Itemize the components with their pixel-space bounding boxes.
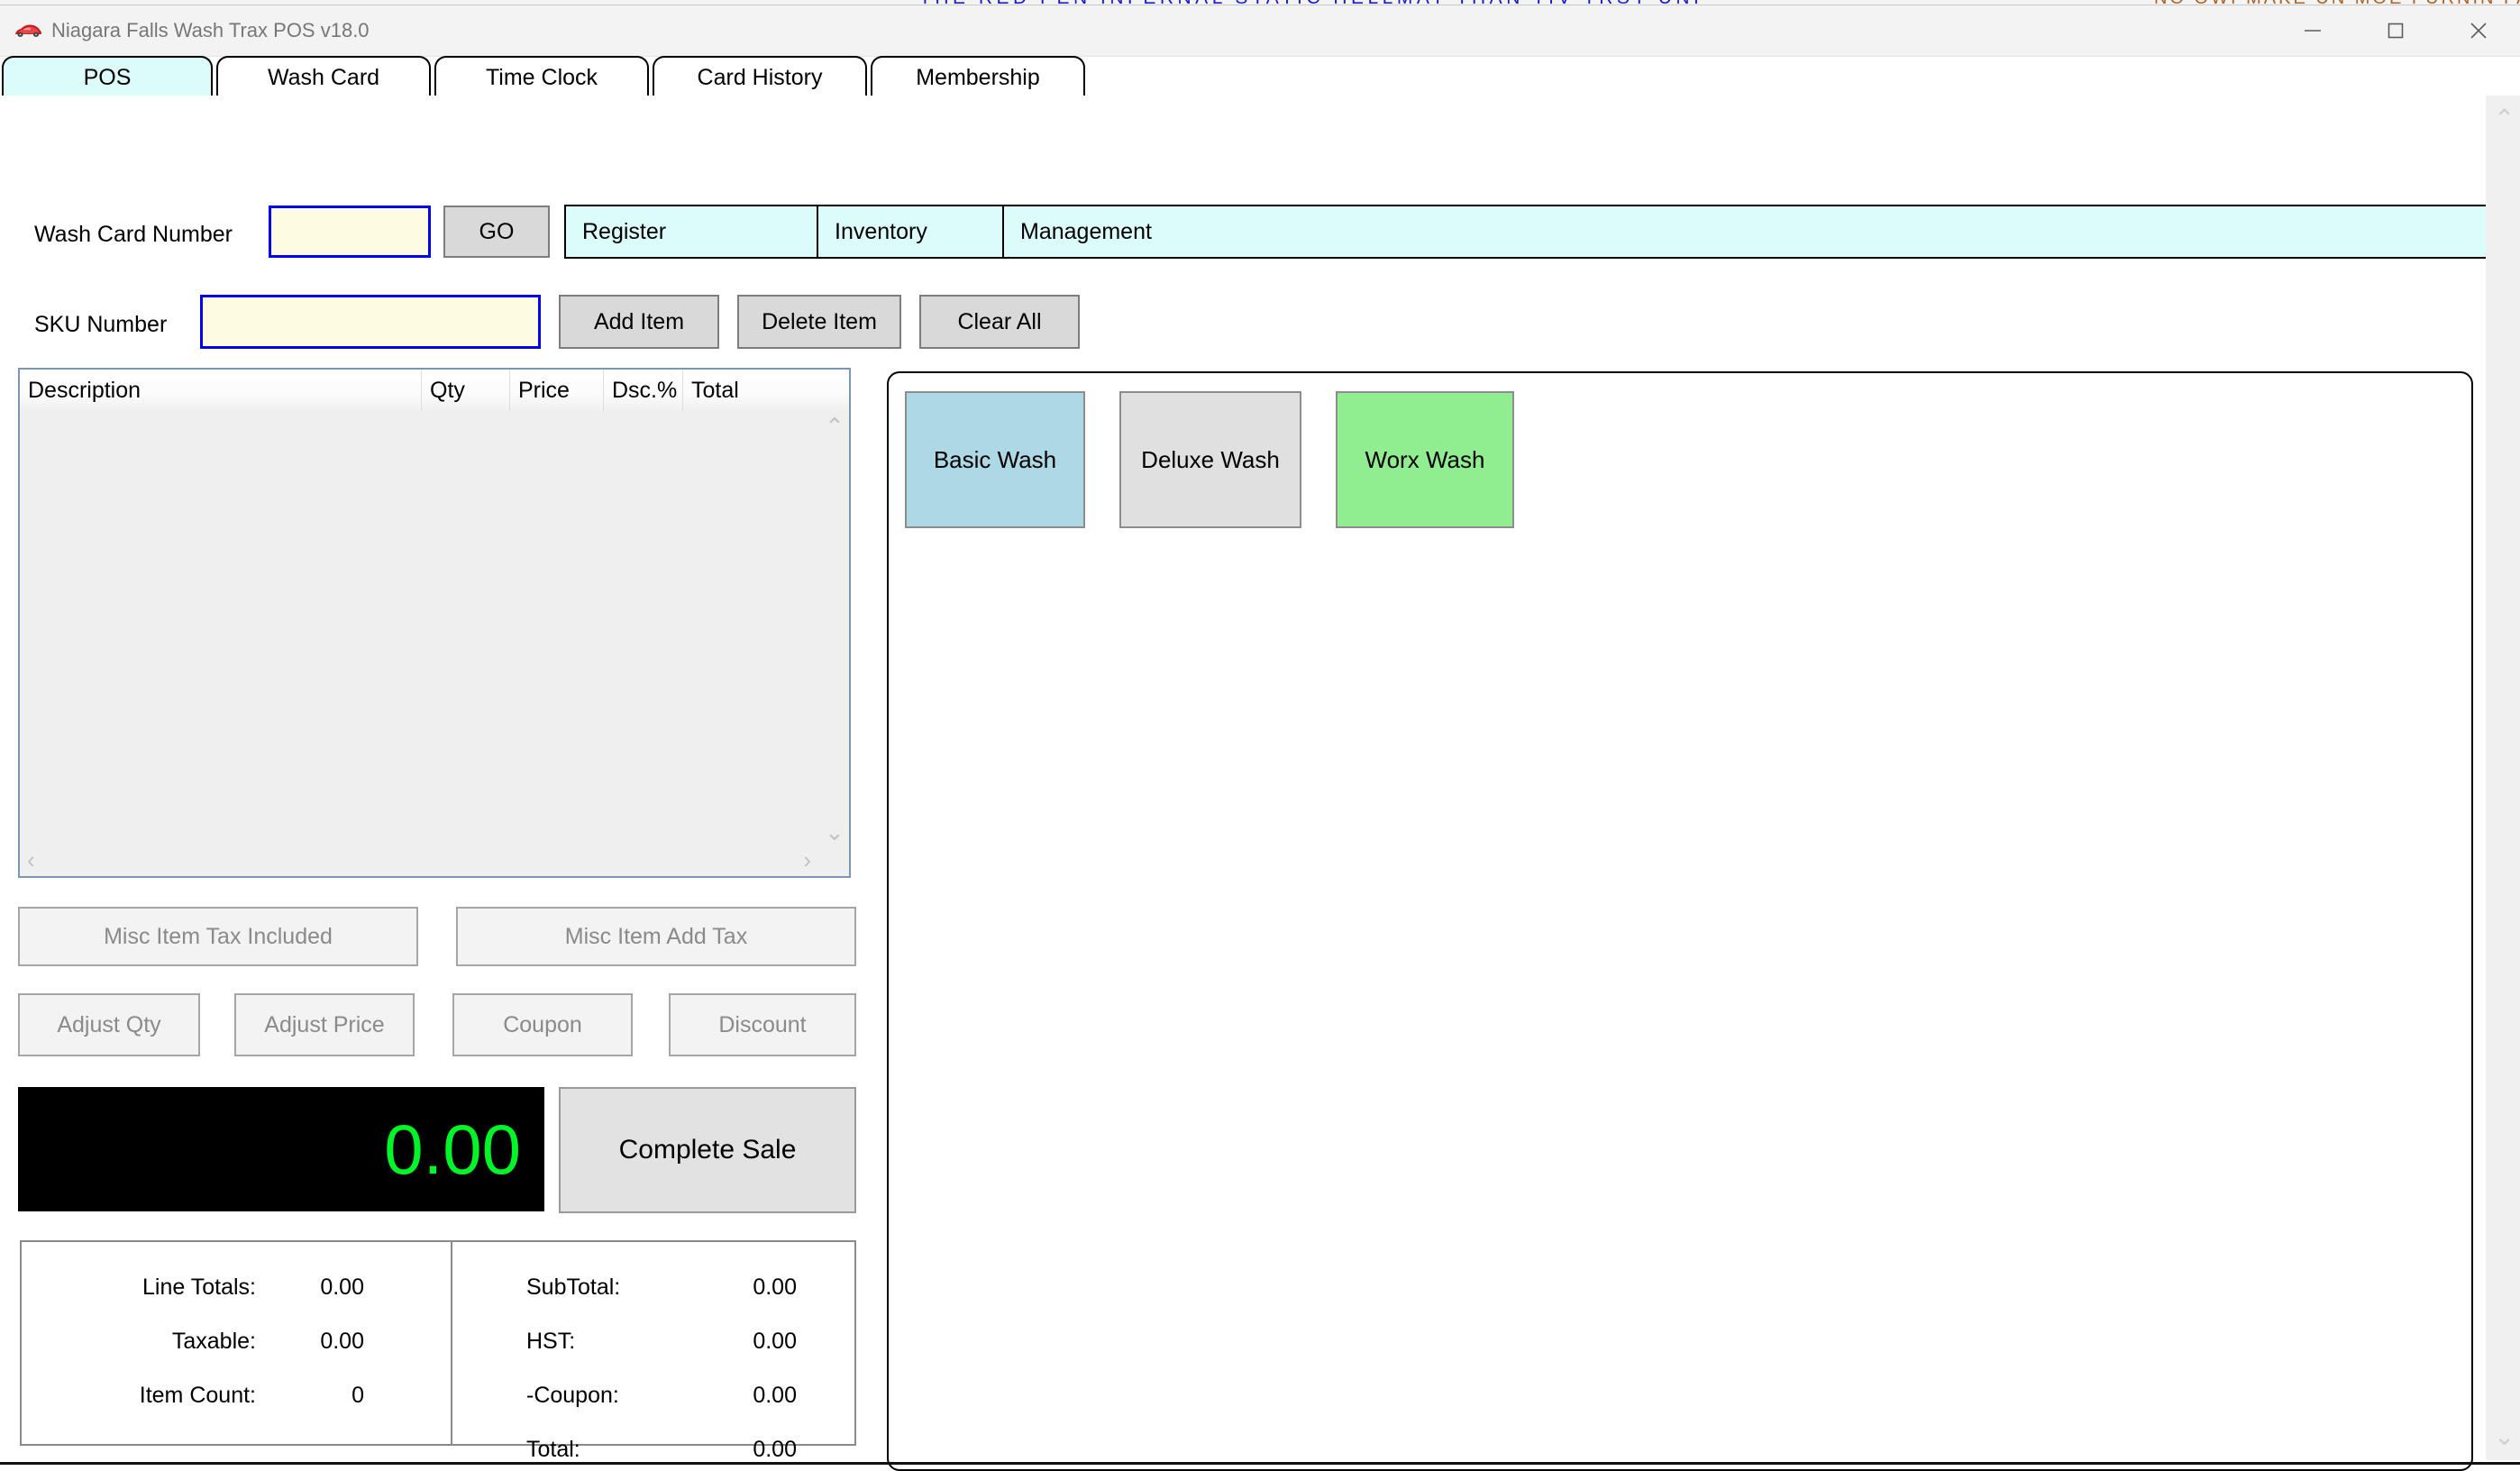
- add-item-button-label: Add Item: [594, 309, 684, 335]
- close-icon: [2467, 19, 2490, 42]
- clear-all-button-label: Clear All: [957, 309, 1041, 335]
- totals-panel-divider: [451, 1242, 452, 1444]
- tab-membership[interactable]: Membership: [871, 56, 1085, 97]
- complete-sale-button[interactable]: Complete Sale: [559, 1087, 856, 1213]
- coupon-button[interactable]: Coupon: [452, 993, 633, 1056]
- taxable-value: 0.00: [274, 1329, 364, 1355]
- menu-item-inventory-label: Inventory: [835, 219, 927, 245]
- product-button-deluxe-wash[interactable]: Deluxe Wash: [1119, 391, 1301, 528]
- grid-header-row: Description Qty Price Dsc.% Total: [20, 370, 849, 412]
- wash-card-number-label: Wash Card Number: [34, 222, 233, 248]
- hst-label: HST:: [526, 1329, 707, 1355]
- adjust-qty-label: Adjust Qty: [57, 1012, 160, 1038]
- misc-item-tax-included-label: Misc Item Tax Included: [104, 924, 333, 950]
- tab-strip: POS Wash Card Time Clock Card History Me…: [0, 56, 2520, 97]
- grid-scroll-down-icon[interactable]: ⌄: [825, 820, 845, 844]
- grid-scroll-right-icon[interactable]: ›: [803, 848, 811, 872]
- menu-item-inventory[interactable]: Inventory: [818, 206, 1004, 257]
- adjust-price-button[interactable]: Adjust Price: [234, 993, 415, 1056]
- delete-item-button[interactable]: Delete Item: [737, 295, 901, 349]
- grid-col-description: Description: [20, 370, 422, 411]
- tab-pos[interactable]: POS: [2, 56, 213, 97]
- menu-item-register-label: Register: [582, 219, 666, 245]
- tab-membership-label: Membership: [916, 65, 1040, 91]
- misc-item-tax-included-button[interactable]: Misc Item Tax Included: [18, 907, 418, 966]
- wash-card-number-input[interactable]: [269, 206, 431, 258]
- grid-col-qty: Qty: [422, 370, 510, 411]
- product-button-basic-wash-label: Basic Wash: [934, 446, 1056, 474]
- grid-horizontal-scrollbar[interactable]: ‹ ›: [20, 845, 849, 876]
- menu-bar: Register Inventory Management: [564, 205, 2500, 259]
- window-title: Niagara Falls Wash Trax POS v18.0: [51, 19, 370, 42]
- product-button-worx-wash-label: Worx Wash: [1365, 446, 1485, 474]
- taxable-label: Taxable:: [76, 1329, 256, 1355]
- maximize-button[interactable]: [2354, 5, 2437, 56]
- item-count-value: 0: [274, 1383, 364, 1409]
- tab-time-clock[interactable]: Time Clock: [434, 56, 649, 97]
- minimize-icon: [2301, 19, 2324, 42]
- minimize-button[interactable]: [2271, 5, 2354, 56]
- totals-panel: Line Totals: 0.00 Taxable: 0.00 Item Cou…: [20, 1240, 856, 1446]
- clear-all-button[interactable]: Clear All: [919, 295, 1080, 349]
- grid-scroll-left-icon[interactable]: ‹: [27, 848, 35, 872]
- coupon-label: Coupon: [503, 1012, 582, 1038]
- discount-label: Discount: [718, 1012, 806, 1038]
- title-bar-left: Niagara Falls Wash Trax POS v18.0: [13, 5, 370, 56]
- product-button-worx-wash[interactable]: Worx Wash: [1336, 391, 1514, 528]
- discount-button[interactable]: Discount: [669, 993, 856, 1056]
- title-bar: Niagara Falls Wash Trax POS v18.0: [0, 5, 2520, 57]
- amount-display-value: 0.00: [384, 1114, 521, 1184]
- go-button[interactable]: GO: [443, 206, 550, 258]
- grand-total-label: Total:: [526, 1437, 707, 1463]
- product-button-basic-wash[interactable]: Basic Wash: [905, 391, 1085, 528]
- pos-content-area: Wash Card Number GO Register Inventory M…: [0, 96, 2520, 1466]
- grid-scroll-up-icon[interactable]: ⌃: [825, 415, 845, 438]
- grand-total-value: 0.00: [707, 1437, 797, 1463]
- page-scroll-down-icon[interactable]: ⌄: [2494, 1424, 2515, 1449]
- grid-col-price: Price: [510, 370, 604, 411]
- grid-col-total: Total: [683, 370, 764, 411]
- page-scroll-up-icon[interactable]: ⌃: [2494, 106, 2515, 132]
- go-button-label: GO: [479, 219, 515, 245]
- hst-value: 0.00: [707, 1329, 797, 1355]
- complete-sale-label: Complete Sale: [619, 1135, 797, 1165]
- item-count-label: Item Count:: [76, 1383, 256, 1409]
- grid-col-dsc: Dsc.%: [604, 370, 683, 411]
- tab-card-history-label: Card History: [698, 65, 823, 91]
- grid-vertical-scrollbar[interactable]: ⌃ ⌄: [818, 411, 849, 845]
- coupon-total-value: 0.00: [707, 1383, 797, 1409]
- maximize-icon: [2384, 19, 2407, 42]
- misc-item-add-tax-button[interactable]: Misc Item Add Tax: [456, 907, 856, 966]
- close-button[interactable]: [2437, 5, 2520, 56]
- tab-wash-card[interactable]: Wash Card: [216, 56, 431, 97]
- sku-number-label: SKU Number: [34, 312, 167, 338]
- sku-number-input[interactable]: [200, 295, 541, 349]
- window-controls: [2271, 5, 2520, 56]
- car-icon: [13, 22, 43, 40]
- line-items-grid[interactable]: Description Qty Price Dsc.% Total ⌃ ⌄ ‹ …: [18, 368, 851, 878]
- tab-wash-card-label: Wash Card: [268, 65, 379, 91]
- menu-item-management-label: Management: [1020, 219, 1152, 245]
- tab-time-clock-label: Time Clock: [486, 65, 598, 91]
- menu-item-register[interactable]: Register: [566, 206, 818, 257]
- line-totals-label: Line Totals:: [76, 1275, 256, 1301]
- delete-item-button-label: Delete Item: [762, 309, 877, 335]
- adjust-qty-button[interactable]: Adjust Qty: [18, 993, 200, 1056]
- product-button-deluxe-wash-label: Deluxe Wash: [1141, 446, 1280, 474]
- misc-item-add-tax-label: Misc Item Add Tax: [565, 924, 747, 950]
- product-buttons-panel: Basic Wash Deluxe Wash Worx Wash: [887, 371, 2473, 1471]
- line-totals-value: 0.00: [274, 1275, 364, 1301]
- coupon-total-label: -Coupon:: [526, 1383, 707, 1409]
- grid-body: [20, 411, 849, 876]
- bottom-edge-rule: [0, 1462, 2520, 1465]
- tab-card-history[interactable]: Card History: [653, 56, 867, 97]
- add-item-button[interactable]: Add Item: [559, 295, 719, 349]
- menu-item-management[interactable]: Management: [1004, 206, 2498, 257]
- tab-pos-label: POS: [84, 65, 132, 91]
- amount-display: 0.00: [18, 1087, 544, 1211]
- subtotal-label: SubTotal:: [526, 1275, 707, 1301]
- page-vertical-scrollbar[interactable]: ⌃ ⌄: [2486, 96, 2520, 1460]
- subtotal-value: 0.00: [707, 1275, 797, 1301]
- adjust-price-label: Adjust Price: [264, 1012, 384, 1038]
